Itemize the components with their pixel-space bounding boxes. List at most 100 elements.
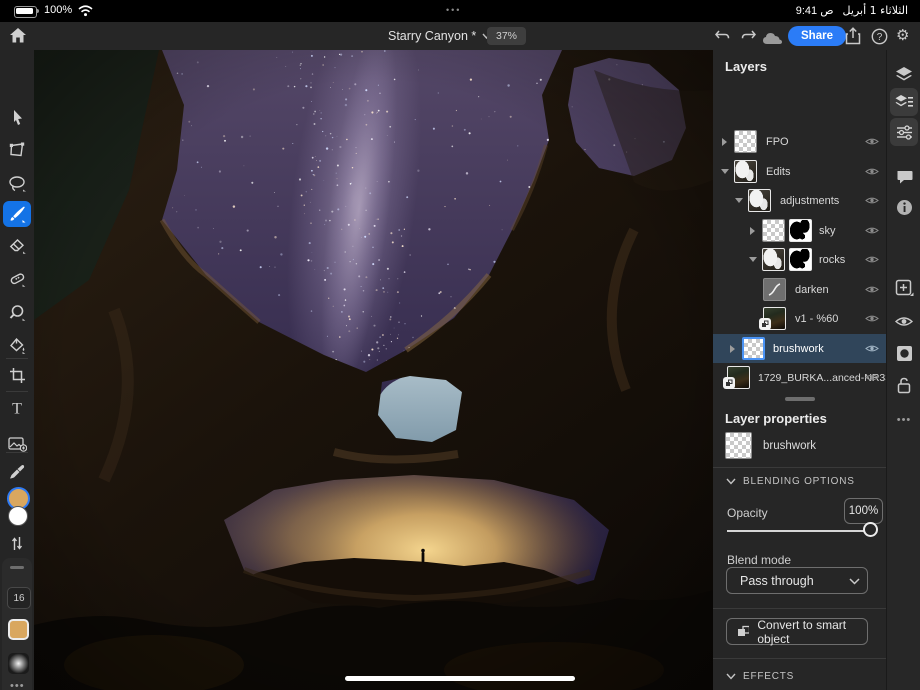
chevron-down-icon[interactable] <box>726 478 736 485</box>
status-bar: 100% ••• 9:41 ص الثلاثاء 1 أبريل <box>0 0 920 22</box>
convert-smart-object-button[interactable]: Convert to smart object <box>726 617 868 646</box>
opacity-value-field[interactable]: 100% <box>844 498 883 524</box>
smart-object-badge <box>723 377 735 389</box>
lasso-tool[interactable] <box>3 170 31 196</box>
expand-icon[interactable] <box>750 226 755 235</box>
layer-label: sky <box>819 224 836 237</box>
visibility-eye-icon[interactable] <box>865 225 879 236</box>
settings-icon[interactable]: ⚙ <box>896 26 909 44</box>
visibility-eye-icon[interactable] <box>865 372 879 383</box>
svg-text:?: ? <box>877 32 883 43</box>
brush-options-panel: 16 ••• <box>2 558 32 690</box>
magnifier-tool[interactable] <box>3 299 31 325</box>
visibility-eye-icon[interactable] <box>865 166 879 177</box>
layer-thumbnail <box>742 336 765 360</box>
blend-mode-label: Blend mode <box>727 553 792 567</box>
layer-row-brushwork-selected[interactable]: brushwork <box>713 333 886 363</box>
layer-row-edits[interactable]: Edits <box>713 157 886 187</box>
layer-thumbnail <box>762 248 785 271</box>
layer-row-darken[interactable]: darken <box>713 275 886 305</box>
transform-tool[interactable] <box>3 137 31 163</box>
crop-tool[interactable] <box>3 362 31 388</box>
collapse-icon[interactable] <box>735 198 743 203</box>
add-layer-icon[interactable] <box>890 274 918 302</box>
opacity-slider-handle[interactable] <box>863 522 878 537</box>
layer-label: brushwork <box>773 342 824 355</box>
visibility-eye-icon[interactable] <box>865 343 879 354</box>
expand-icon[interactable] <box>722 138 727 146</box>
expand-icon[interactable] <box>730 344 735 353</box>
lock-icon[interactable] <box>890 371 918 399</box>
brush-size-badge[interactable]: 16 <box>7 587 31 609</box>
starry-canyon-artwork <box>34 0 713 690</box>
layer-row-sky[interactable]: sky <box>713 216 886 246</box>
layer-thumbnail <box>762 218 785 242</box>
blend-mode-dropdown[interactable]: Pass through <box>726 567 868 594</box>
share-button[interactable]: Share <box>788 26 846 46</box>
blending-options-header[interactable]: BLENDING OPTIONS <box>743 476 855 487</box>
comment-icon[interactable] <box>890 162 918 190</box>
info-icon[interactable] <box>890 193 918 221</box>
swap-colors-icon[interactable] <box>3 530 31 556</box>
brush-tool[interactable] <box>3 201 31 227</box>
export-icon[interactable] <box>845 27 861 45</box>
brush-more-icon[interactable]: ••• <box>10 680 25 690</box>
eyedropper-tool[interactable] <box>3 459 31 485</box>
layers-panel-title: Layers <box>725 59 767 74</box>
home-indicator[interactable] <box>345 676 575 681</box>
visibility-eye-icon[interactable] <box>865 136 879 147</box>
layer-row-background[interactable]: 1729_BURKA...anced-NR33 <box>713 363 891 393</box>
document-title[interactable]: Starry Canyon * <box>388 29 491 43</box>
visibility-eye-icon[interactable] <box>865 313 879 324</box>
type-tool[interactable]: T <box>3 395 31 421</box>
blend-mode-value: Pass through <box>740 573 814 588</box>
help-icon[interactable]: ? <box>871 28 888 45</box>
adjustment-curve-thumbnail <box>763 277 786 301</box>
home-icon[interactable] <box>9 27 27 44</box>
brush-preset-preview[interactable] <box>8 653 29 674</box>
layers-icon[interactable] <box>890 60 918 88</box>
effects-header[interactable]: EFFECTS <box>743 671 794 682</box>
layer-label: rocks <box>819 254 846 266</box>
undo-icon[interactable] <box>714 29 731 43</box>
opacity-slider-track[interactable] <box>727 530 867 532</box>
eraser-tool[interactable] <box>3 233 31 259</box>
layer-label: darken <box>795 283 829 296</box>
layer-label: v1 - %60 <box>795 313 839 325</box>
layer-row-v1[interactable]: v1 - %60 <box>713 304 886 334</box>
more-icon[interactable]: ••• <box>890 406 918 434</box>
layer-row-rocks[interactable]: rocks <box>713 245 886 275</box>
visibility-icon[interactable] <box>890 307 918 335</box>
mask-icon[interactable] <box>890 339 918 367</box>
properties-layer-name: brushwork <box>763 440 817 452</box>
chevron-down-icon[interactable] <box>726 673 736 680</box>
panel-drag-handle[interactable] <box>10 566 24 569</box>
cloud-icon[interactable] <box>762 31 784 45</box>
sliders-icon[interactable] <box>890 118 918 146</box>
visibility-eye-icon[interactable] <box>865 195 879 206</box>
visibility-eye-icon[interactable] <box>865 284 879 295</box>
visibility-eye-icon[interactable] <box>865 254 879 265</box>
layer-label: FPO <box>766 136 789 148</box>
panel-resize-handle[interactable] <box>785 397 815 401</box>
wifi-icon <box>78 5 93 17</box>
layers-panel: Layers FPO Edits adjustments sky rocks d… <box>713 50 891 690</box>
fill-tool[interactable] <box>3 332 31 358</box>
collapse-icon[interactable] <box>721 168 729 174</box>
zoom-level-badge[interactable]: 37% <box>487 27 527 45</box>
healing-brush-tool[interactable] <box>3 265 31 291</box>
opacity-label: Opacity <box>727 506 768 520</box>
layer-row-adjustments[interactable]: adjustments <box>713 186 886 216</box>
convert-button-label: Convert to smart object <box>757 617 847 646</box>
layer-row-fpo[interactable]: FPO <box>713 127 886 157</box>
collapse-icon[interactable] <box>749 257 757 262</box>
document-canvas[interactable] <box>34 0 713 690</box>
redo-icon[interactable] <box>740 29 757 43</box>
background-color-swatch[interactable] <box>8 506 28 526</box>
smart-object-badge <box>759 318 771 330</box>
move-tool[interactable] <box>3 104 31 130</box>
battery-tip <box>37 9 39 13</box>
brush-color-swatch[interactable] <box>8 619 29 640</box>
layer-mask-thumbnail <box>789 248 812 271</box>
layer-list-icon[interactable] <box>890 88 918 116</box>
